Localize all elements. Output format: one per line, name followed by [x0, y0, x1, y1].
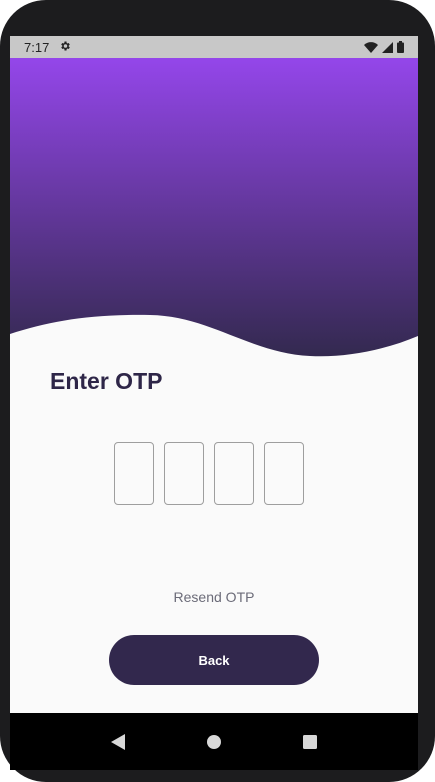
status-time: 7:17 — [24, 39, 50, 55]
otp-digit-4[interactable] — [264, 442, 304, 505]
signal-icon — [382, 41, 393, 53]
header-wave-background — [10, 58, 418, 357]
device-frame: 7:17 Enter OTP Resend OTP Back — [0, 0, 435, 782]
wifi-icon — [364, 41, 378, 53]
otp-input-group — [114, 442, 304, 505]
otp-screen: Enter OTP Resend OTP Back — [10, 58, 418, 713]
battery-icon — [397, 41, 404, 53]
otp-digit-3[interactable] — [214, 442, 254, 505]
otp-digit-2[interactable] — [164, 442, 204, 505]
page-title: Enter OTP — [50, 368, 163, 394]
back-triangle-icon[interactable] — [103, 727, 133, 757]
back-button[interactable]: Back — [109, 635, 319, 685]
settings-gear-icon — [59, 40, 71, 55]
phone-screen: 7:17 Enter OTP Resend OTP Back — [10, 36, 418, 770]
otp-digit-1[interactable] — [114, 442, 154, 505]
status-icons — [364, 41, 404, 53]
android-nav-bar — [10, 713, 418, 770]
status-bar: 7:17 — [10, 36, 418, 58]
home-circle-icon[interactable] — [199, 727, 229, 757]
resend-otp-link[interactable]: Resend OTP — [10, 589, 418, 605]
recents-square-icon[interactable] — [295, 727, 325, 757]
